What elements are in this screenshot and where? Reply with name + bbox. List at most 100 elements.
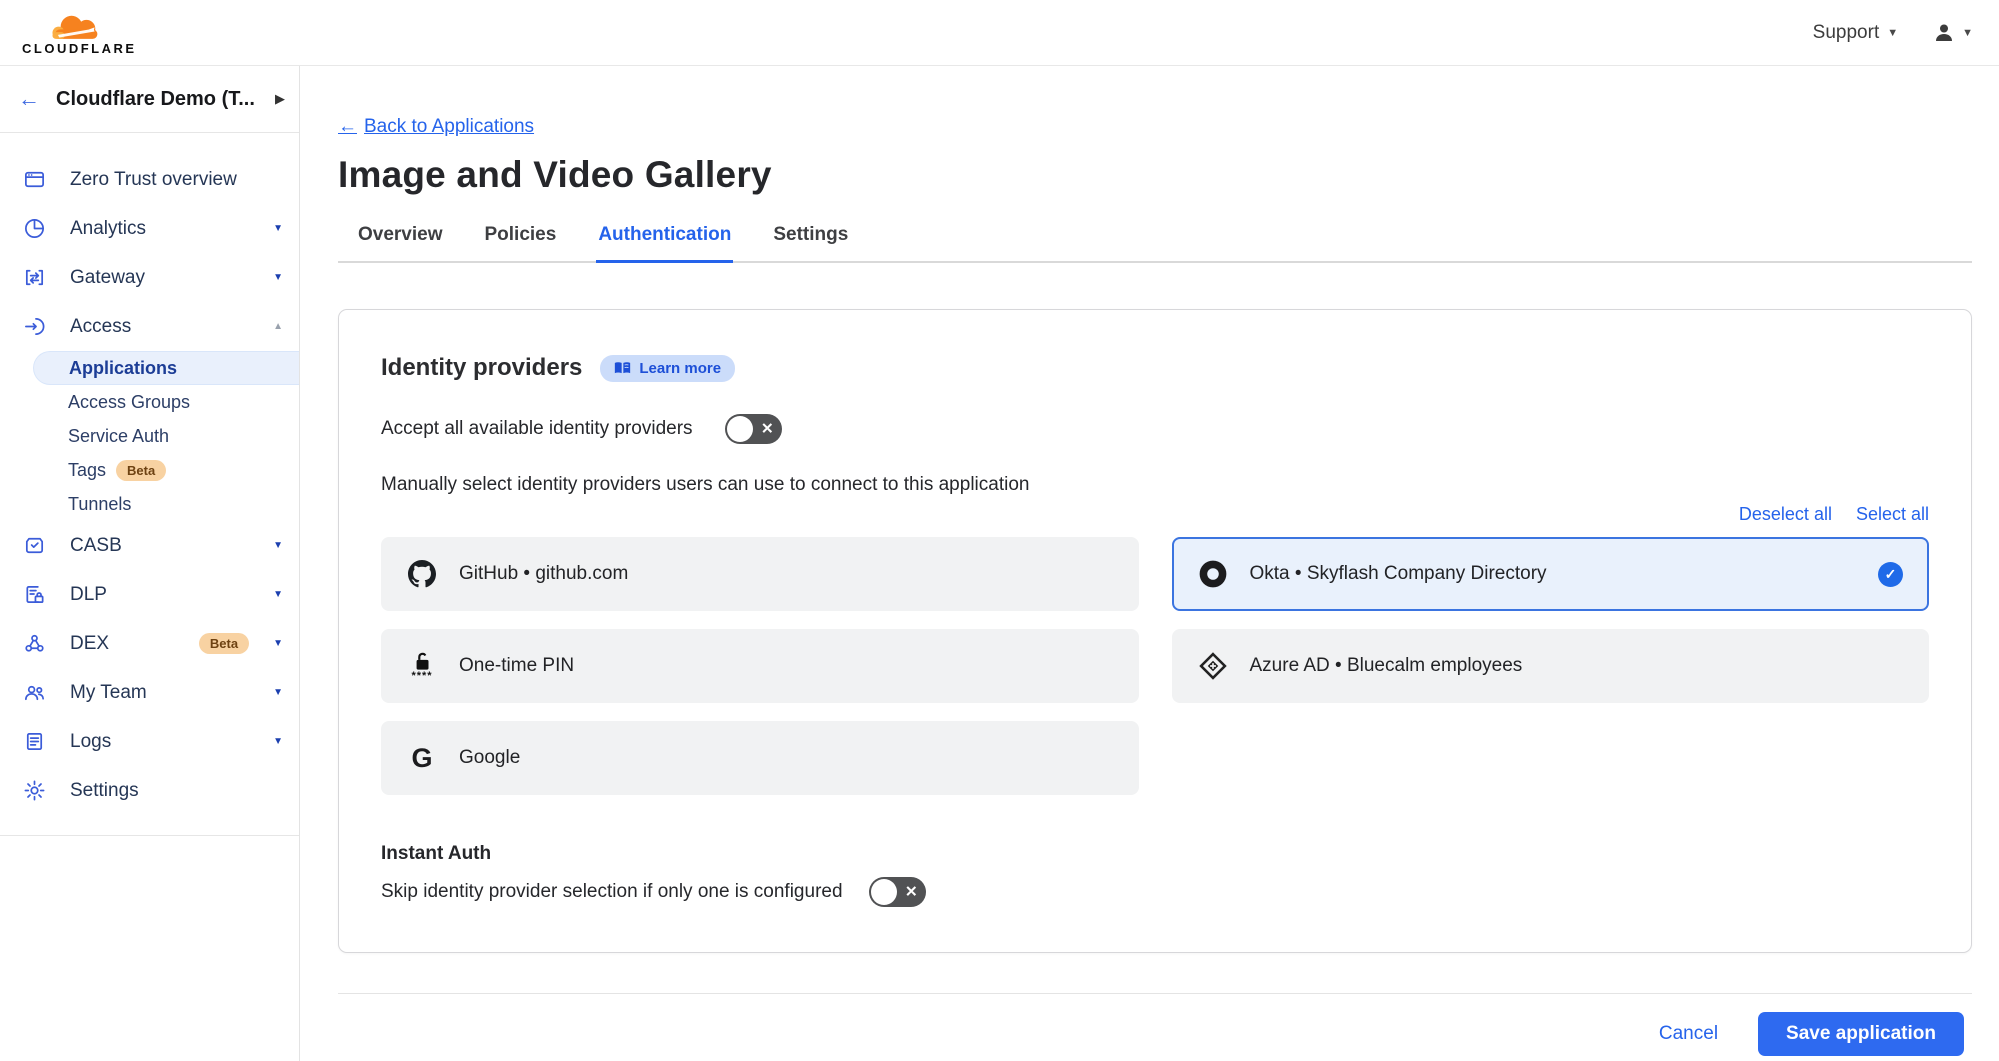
sidebar: ← Cloudflare Demo (T... ▶ Zero Trust ove… — [0, 66, 300, 1061]
chevron-down-icon[interactable]: ▼ — [273, 589, 283, 600]
sidebar-item-access-groups[interactable]: Access Groups — [0, 385, 299, 419]
instant-auth-toggle[interactable]: ✕ — [869, 877, 926, 907]
back-arrow-icon[interactable]: ← — [18, 88, 40, 110]
instant-auth-label: Skip identity provider selection if only… — [381, 881, 843, 903]
sidebar-item-label: DEX — [70, 633, 165, 655]
github-icon — [407, 560, 437, 588]
selected-check-icon: ✓ — [1878, 562, 1903, 587]
learn-more-label: Learn more — [639, 360, 721, 377]
okta-icon — [1198, 560, 1228, 588]
toggle-knob — [727, 416, 753, 442]
save-application-button[interactable]: Save application — [1758, 1012, 1964, 1056]
book-icon — [614, 361, 631, 375]
sidebar-item-label: Analytics — [70, 218, 249, 240]
card-title: Identity providers — [381, 354, 582, 382]
sidebar-item-label: Logs — [70, 731, 249, 753]
team-icon — [22, 681, 46, 705]
sidebar-item-label: Service Auth — [68, 426, 169, 447]
tab-bar: Overview Policies Authentication Setting… — [338, 218, 1972, 263]
sidebar-item-analytics[interactable]: Analytics ▼ — [0, 204, 299, 253]
sidebar-item-tags[interactable]: Tags Beta — [0, 453, 299, 487]
provider-tile-okta[interactable]: Okta • Skyflash Company Directory ✓ — [1172, 537, 1930, 611]
azure-ad-icon — [1198, 652, 1228, 680]
sidebar-item-label: Tags — [68, 460, 106, 481]
window-icon — [22, 168, 46, 192]
beta-badge: Beta — [116, 460, 166, 481]
provider-name: Google — [459, 747, 520, 769]
provider-tile-one-time-pin[interactable]: **** One-time PIN — [381, 629, 1139, 703]
account-name: Cloudflare Demo (T... — [56, 88, 259, 111]
select-all-link[interactable]: Select all — [1856, 504, 1929, 525]
tab-policies[interactable]: Policies — [483, 218, 559, 263]
sidebar-item-access[interactable]: Access ▲ — [0, 302, 299, 351]
support-menu[interactable]: Support ▼ — [1813, 22, 1898, 44]
chevron-down-icon[interactable]: ▼ — [273, 687, 283, 698]
otp-lock-icon: **** — [407, 651, 437, 682]
sidebar-item-label: DLP — [70, 584, 249, 606]
tab-authentication[interactable]: Authentication — [596, 218, 733, 263]
chevron-down-icon[interactable]: ▼ — [273, 223, 283, 234]
sidebar-item-logs[interactable]: Logs ▼ — [0, 717, 299, 766]
sidebar-item-dlp[interactable]: DLP ▼ — [0, 570, 299, 619]
cloudflare-cloud-icon — [37, 9, 121, 43]
sidebar-item-tunnels[interactable]: Tunnels — [0, 487, 299, 521]
provider-tile-google[interactable]: G Google — [381, 721, 1139, 795]
provider-tile-github[interactable]: GitHub • github.com — [381, 537, 1139, 611]
access-icon — [22, 315, 46, 339]
cloudflare-wordmark: CLOUDFLARE — [22, 41, 137, 56]
learn-more-button[interactable]: Learn more — [600, 355, 735, 382]
chevron-down-icon[interactable]: ▼ — [273, 736, 283, 747]
sidebar-item-settings[interactable]: Settings — [0, 766, 299, 815]
back-to-applications-link[interactable]: ← Back to Applications — [338, 116, 534, 138]
provider-name: Azure AD • Bluecalm employees — [1250, 655, 1523, 677]
back-arrow-icon: ← — [338, 116, 357, 138]
cancel-button[interactable]: Cancel — [1659, 1023, 1718, 1045]
sidebar-item-zero-trust-overview[interactable]: Zero Trust overview — [0, 155, 299, 204]
logs-icon — [22, 730, 46, 754]
tab-settings[interactable]: Settings — [771, 218, 850, 263]
sidebar-item-label: Access Groups — [68, 392, 190, 413]
deselect-all-link[interactable]: Deselect all — [1739, 504, 1832, 525]
chevron-down-icon[interactable]: ▼ — [273, 540, 283, 551]
sidebar-item-dex[interactable]: DEX Beta ▼ — [0, 619, 299, 668]
provider-name: GitHub • github.com — [459, 563, 628, 585]
sidebar-item-gateway[interactable]: Gateway ▼ — [0, 253, 299, 302]
sidebar-item-service-auth[interactable]: Service Auth — [0, 419, 299, 453]
back-link-label: Back to Applications — [364, 116, 534, 138]
account-switcher[interactable]: ← Cloudflare Demo (T... ▶ — [0, 66, 299, 133]
manual-select-text: Manually select identity providers users… — [381, 474, 1929, 496]
chevron-down-icon: ▼ — [1962, 27, 1973, 39]
cloudflare-logo[interactable]: CLOUDFLARE — [22, 9, 137, 56]
casb-icon — [22, 534, 46, 558]
sidebar-item-label: CASB — [70, 535, 249, 557]
sidebar-item-label: Settings — [70, 780, 283, 802]
gateway-icon — [22, 266, 46, 290]
analytics-icon — [22, 217, 46, 241]
access-subnav: Applications Access Groups Service Auth … — [0, 351, 299, 521]
sidebar-item-applications[interactable]: Applications — [33, 351, 299, 385]
sidebar-item-casb[interactable]: CASB ▼ — [0, 521, 299, 570]
chevron-down-icon[interactable]: ▼ — [273, 638, 283, 649]
sidebar-item-label: Tunnels — [68, 494, 131, 515]
support-label: Support — [1813, 22, 1880, 44]
sidebar-item-label: Zero Trust overview — [70, 169, 283, 191]
sidebar-item-my-team[interactable]: My Team ▼ — [0, 668, 299, 717]
provider-name: One-time PIN — [459, 655, 574, 677]
provider-name: Okta • Skyflash Company Directory — [1250, 563, 1547, 585]
sidebar-item-label: Applications — [69, 358, 177, 379]
sidebar-divider — [0, 835, 299, 836]
chevron-up-icon[interactable]: ▲ — [273, 321, 283, 332]
tab-overview[interactable]: Overview — [356, 218, 445, 263]
chevron-down-icon[interactable]: ▼ — [273, 272, 283, 283]
sidebar-item-label: My Team — [70, 682, 249, 704]
identity-providers-card: Identity providers Learn more Accept all… — [338, 309, 1972, 953]
user-menu[interactable]: ▼ — [1932, 21, 1973, 45]
provider-tile-azure-ad[interactable]: Azure AD • Bluecalm employees — [1172, 629, 1930, 703]
chevron-right-icon[interactable]: ▶ — [275, 91, 285, 107]
sidebar-item-label: Access — [70, 316, 249, 338]
google-icon: G — [407, 745, 437, 772]
page-title: Image and Video Gallery — [338, 154, 1972, 196]
dlp-icon — [22, 583, 46, 607]
accept-all-toggle[interactable]: ✕ — [725, 414, 782, 444]
toggle-x-icon: ✕ — [905, 883, 918, 901]
